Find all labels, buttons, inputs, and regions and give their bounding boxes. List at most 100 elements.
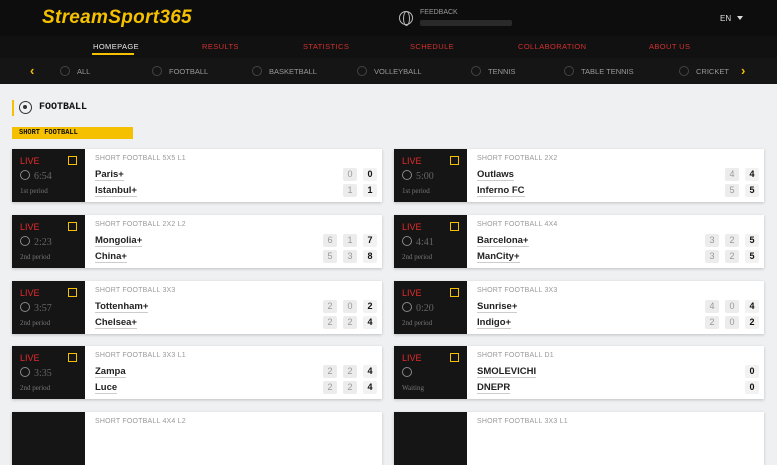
league-name: SHORT FOOTBALL 3X3 L1 bbox=[477, 418, 568, 425]
away-team[interactable]: ManCity+ bbox=[477, 251, 520, 263]
match-time: 0:20 bbox=[416, 303, 434, 314]
nav-tab-homepage[interactable]: HOMEPAGE bbox=[93, 42, 139, 51]
away-team[interactable]: Chelsea+ bbox=[95, 317, 137, 329]
total-score: 5 bbox=[745, 250, 759, 263]
all-icon bbox=[60, 66, 70, 76]
total-score: 4 bbox=[363, 316, 377, 329]
stats-icon[interactable] bbox=[68, 156, 77, 165]
match-card[interactable]: LIVE 3:35 2nd period SHORT FOOTBALL 3X3 L1 Z… bbox=[12, 346, 382, 399]
feedback-email[interactable] bbox=[420, 20, 512, 26]
match-period: 1st period bbox=[20, 187, 48, 195]
live-badge: LIVE bbox=[402, 288, 422, 298]
match-card[interactable]: LIVE Waiting SHORT FOOTBALL D1 SMOLEVICHI DN… bbox=[394, 346, 764, 399]
period-score: 4 bbox=[705, 300, 719, 313]
home-team[interactable]: Tottenham+ bbox=[95, 301, 149, 313]
match-card[interactable]: LIVE 4:41 2nd period SHORT FOOTBALL 4X4 Barc… bbox=[394, 215, 764, 268]
period-score: 0 bbox=[725, 300, 739, 313]
match-time: 2:23 bbox=[34, 237, 52, 248]
home-team[interactable]: Mongolia+ bbox=[95, 235, 143, 247]
stats-icon[interactable] bbox=[450, 156, 459, 165]
match-card[interactable]: LIVE 5:00 1st period SHORT FOOTBALL 2X2 Outl… bbox=[394, 149, 764, 202]
nav-tab-schedule[interactable]: SCHEDULE bbox=[410, 42, 454, 51]
match-card[interactable]: LIVE 0:20 2nd period SHORT FOOTBALL 3X3 Sunr… bbox=[394, 281, 764, 334]
home-team[interactable]: Paris+ bbox=[95, 169, 124, 181]
match-period: 2nd period bbox=[20, 253, 51, 261]
league-name: SHORT FOOTBALL 2X2 L2 bbox=[95, 221, 186, 228]
away-team[interactable]: Indigo+ bbox=[477, 317, 512, 329]
home-team[interactable]: Barcelona+ bbox=[477, 235, 529, 247]
league-name: SHORT FOOTBALL 4X4 L2 bbox=[95, 418, 186, 425]
stats-icon[interactable] bbox=[450, 353, 459, 362]
sport-nav: ‹ › ALL FOOTBALL BASKETBALL VOLLEYBALL TENNI… bbox=[0, 58, 777, 84]
stats-icon[interactable] bbox=[450, 288, 459, 297]
period-score: 5 bbox=[725, 184, 739, 197]
subsection-title[interactable]: SHORT FOOTBALL bbox=[12, 127, 133, 139]
away-team[interactable]: Istanbul+ bbox=[95, 185, 137, 197]
period-score: 0 bbox=[343, 300, 357, 313]
prev-arrow-icon[interactable]: ‹ bbox=[30, 63, 34, 78]
live-badge: LIVE bbox=[402, 353, 422, 363]
nav-tab-statistics[interactable]: STATISTICS bbox=[303, 42, 349, 51]
sport-tab-label: VOLLEYBALL bbox=[374, 67, 422, 76]
match-status-panel: LIVE Waiting bbox=[394, 346, 467, 399]
chevron-down-icon[interactable] bbox=[737, 16, 743, 20]
league-name: SHORT FOOTBALL 2X2 bbox=[477, 155, 558, 162]
nav-tab-about-us[interactable]: ABOUT US bbox=[649, 42, 690, 51]
match-time: 4:41 bbox=[416, 237, 434, 248]
total-score: 4 bbox=[363, 381, 377, 394]
sport-tab-label: TENNIS bbox=[488, 67, 516, 76]
match-status-panel: LIVE 6:54 1st period bbox=[12, 149, 85, 202]
clock-icon bbox=[20, 170, 30, 180]
period-score: 6 bbox=[323, 234, 337, 247]
period-score: 4 bbox=[725, 168, 739, 181]
match-card[interactable]: LIVE 3:57 2nd period SHORT FOOTBALL 3X3 Tott… bbox=[12, 281, 382, 334]
league-name: SHORT FOOTBALL 3X3 bbox=[95, 287, 176, 294]
period-score: 2 bbox=[343, 365, 357, 378]
nav-tab-results[interactable]: RESULTS bbox=[202, 42, 239, 51]
league-name: SHORT FOOTBALL D1 bbox=[477, 352, 554, 359]
site-logo[interactable]: StreamSport365 bbox=[42, 7, 192, 29]
match-card[interactable]: LIVE 2:23 2nd period SHORT FOOTBALL 2X2 L2 M… bbox=[12, 215, 382, 268]
period-score: 3 bbox=[705, 234, 719, 247]
sport-tab-label: CRICKET bbox=[696, 67, 729, 76]
league-name: SHORT FOOTBALL 5X5 L1 bbox=[95, 155, 186, 162]
next-arrow-icon[interactable]: › bbox=[741, 63, 745, 78]
clock-icon bbox=[402, 302, 412, 312]
away-team[interactable]: DNEPR bbox=[477, 382, 511, 394]
away-team[interactable]: Luce bbox=[95, 382, 118, 394]
match-card[interactable]: SHORT FOOTBALL 3X3 L1 bbox=[394, 412, 764, 465]
top-bar: StreamSport365 FEEDBACK EN bbox=[0, 0, 777, 36]
stats-icon[interactable] bbox=[68, 353, 77, 362]
main-nav: HOMEPAGE RESULTS STATISTICS SCHEDULE COLLABO… bbox=[0, 36, 777, 58]
stats-icon[interactable] bbox=[68, 288, 77, 297]
match-period: 2nd period bbox=[20, 319, 51, 327]
period-score: 2 bbox=[323, 365, 337, 378]
period-score: 2 bbox=[343, 316, 357, 329]
home-team[interactable]: Outlaws bbox=[477, 169, 514, 181]
language-selector[interactable]: EN bbox=[720, 14, 731, 23]
live-badge: LIVE bbox=[20, 288, 40, 298]
home-team[interactable]: SMOLEVICHI bbox=[477, 366, 537, 378]
stats-icon[interactable] bbox=[68, 222, 77, 231]
home-team[interactable]: Sunrise+ bbox=[477, 301, 518, 313]
period-score: 2 bbox=[725, 234, 739, 247]
live-badge: LIVE bbox=[402, 156, 422, 166]
match-status-panel: LIVE 4:41 2nd period bbox=[394, 215, 467, 268]
home-team[interactable]: Zampa bbox=[95, 366, 126, 378]
match-period: 1st period bbox=[402, 187, 430, 195]
section-title: FOOTBALL bbox=[39, 102, 88, 113]
total-score: 5 bbox=[745, 184, 759, 197]
stats-icon[interactable] bbox=[450, 222, 459, 231]
match-card[interactable]: SHORT FOOTBALL 4X4 L2 bbox=[12, 412, 382, 465]
nav-tab-collaboration[interactable]: COLLABORATION bbox=[518, 42, 586, 51]
period-score: 2 bbox=[725, 250, 739, 263]
match-card[interactable]: LIVE 6:54 1st period SHORT FOOTBALL 5X5 L1 P… bbox=[12, 149, 382, 202]
match-time: 3:57 bbox=[34, 303, 52, 314]
away-team[interactable]: Inferno FC bbox=[477, 185, 525, 197]
total-score: 7 bbox=[363, 234, 377, 247]
match-status-panel bbox=[394, 412, 467, 465]
clock-icon bbox=[402, 367, 412, 377]
live-badge: LIVE bbox=[402, 222, 422, 232]
away-team[interactable]: China+ bbox=[95, 251, 127, 263]
football-icon bbox=[19, 101, 32, 114]
